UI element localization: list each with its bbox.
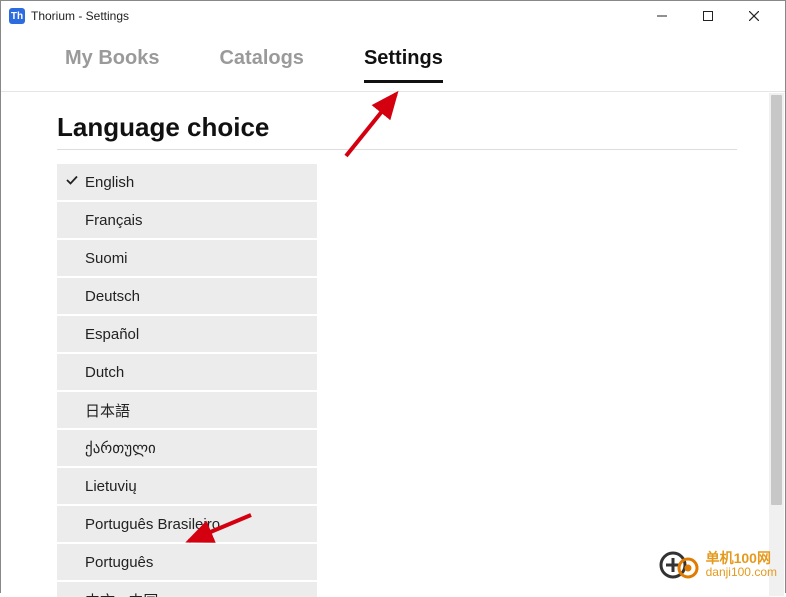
content-area: Language choice English Français Suomi D… (1, 92, 785, 597)
window-controls (639, 1, 777, 31)
language-option-portuguese-br[interactable]: Português Brasileiro (57, 506, 317, 542)
language-option-deutsch[interactable]: Deutsch (57, 278, 317, 314)
language-option-chinese-cn[interactable]: 中文 - 中国 (57, 582, 317, 597)
tab-catalogs[interactable]: Catalogs (219, 47, 303, 83)
language-option-lithuanian[interactable]: Lietuvių (57, 468, 317, 504)
language-label: Lietuvių (85, 478, 137, 495)
language-option-english[interactable]: English (57, 164, 317, 200)
tab-bar: My Books Catalogs Settings (1, 31, 785, 92)
language-option-portuguese[interactable]: Português (57, 544, 317, 580)
language-option-francais[interactable]: Français (57, 202, 317, 238)
language-option-espanol[interactable]: Español (57, 316, 317, 352)
scrollbar-track[interactable] (769, 93, 784, 596)
check-icon (65, 173, 79, 191)
section-divider (57, 149, 737, 150)
language-label: 日本語 (85, 400, 130, 421)
tab-my-books[interactable]: My Books (65, 47, 159, 83)
language-label: Português Brasileiro (85, 516, 220, 533)
maximize-button[interactable] (685, 1, 731, 31)
language-option-suomi[interactable]: Suomi (57, 240, 317, 276)
language-label: Français (85, 212, 143, 229)
language-option-dutch[interactable]: Dutch (57, 354, 317, 390)
tab-settings[interactable]: Settings (364, 47, 443, 83)
language-label: Português (85, 554, 153, 571)
window-title: Thorium - Settings (31, 9, 129, 23)
language-label: 中文 - 中国 (85, 590, 158, 597)
window-titlebar: Th Thorium - Settings (1, 1, 785, 31)
language-list: English Français Suomi Deutsch Español D… (57, 164, 317, 597)
language-label: Dutch (85, 364, 124, 381)
language-label: Español (85, 326, 139, 343)
scrollbar-thumb[interactable] (771, 95, 782, 505)
language-label: English (85, 174, 134, 191)
language-label: Deutsch (85, 288, 140, 305)
language-label: Suomi (85, 250, 128, 267)
app-icon: Th (9, 8, 25, 24)
minimize-button[interactable] (639, 1, 685, 31)
close-button[interactable] (731, 1, 777, 31)
language-option-japanese[interactable]: 日本語 (57, 392, 317, 428)
section-title: Language choice (57, 112, 769, 143)
language-label: ქართული (85, 439, 156, 457)
language-option-georgian[interactable]: ქართული (57, 430, 317, 466)
